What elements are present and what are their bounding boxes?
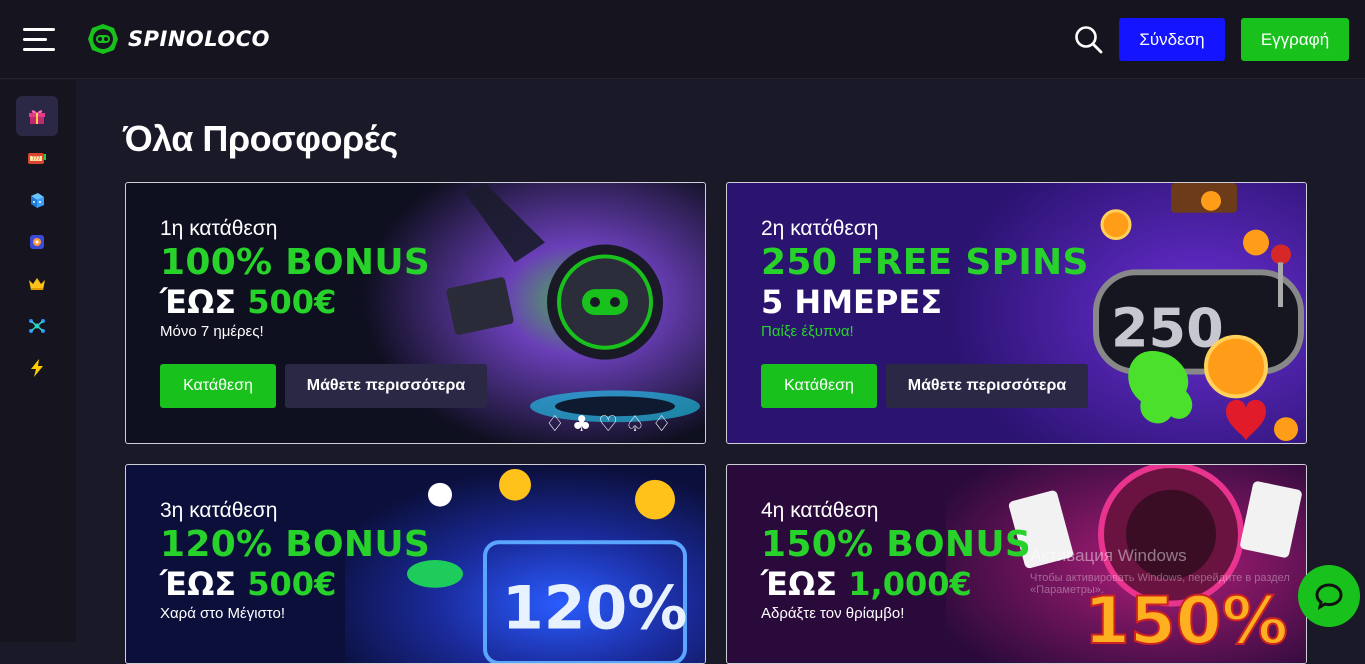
top-bar: SPINOLOCO Σύνδεση Εγγραφή (0, 0, 1365, 79)
promo-headline: 250 FREE SPINS (761, 242, 1089, 283)
logo-icon (88, 24, 118, 54)
promo-headline: 120% BONUS (160, 524, 431, 565)
svg-text:777: 777 (32, 157, 41, 163)
promo-tagline: Χαρά στο Μέγιστο! (160, 605, 286, 622)
slot-art-number: 250 (1111, 297, 1224, 360)
page-title: Όλα Προσφορές (123, 118, 398, 159)
promo-deposit-label: 4η κατάθεση (761, 499, 879, 522)
learn-more-button[interactable]: Μάθετε περισσότερα (285, 364, 487, 408)
sidebar-item-quick-games[interactable] (16, 348, 58, 388)
promo-deposit-label: 3η κατάθεση (160, 499, 278, 522)
sidebar-item-tournaments[interactable] (16, 306, 58, 346)
live-chat-button[interactable] (1298, 565, 1360, 627)
promo-card-text: 1η κατάθεση 100% BONUS ΈΩΣ 500€ Μόνο 7 η… (160, 217, 430, 340)
promo-upto-amount: 1,000€ (848, 565, 972, 603)
hamburger-menu-icon[interactable] (23, 26, 55, 54)
promo-upto: ΈΩΣ 500€ (160, 565, 430, 603)
sidebar-item-vip[interactable] (16, 264, 58, 304)
promo-card-1[interactable]: ♢ ♣ ♡ ♤ ♢ 1η κατάθεση 100% BONUS ΈΩΣ 500… (125, 182, 706, 444)
promo-tagline: Παίξε έξυπνα! (761, 323, 854, 340)
sidebar-item-promotions[interactable] (16, 96, 58, 136)
promo-headline: 150% BONUS (761, 524, 1032, 565)
dice-icon (31, 193, 44, 208)
tournament-icon (29, 319, 45, 333)
promo-buttons: Κατάθεση Μάθετε περισσότερα (160, 364, 487, 408)
promo-card-text: 3η κατάθεση 120% BONUS ΈΩΣ 500€ Χαρά στο… (160, 499, 430, 622)
promo-upto-prefix: ΈΩΣ (160, 283, 237, 321)
chat-bubble-icon (1315, 583, 1343, 611)
promo-upto-amount: 500€ (247, 283, 337, 321)
promo-card-2[interactable]: 250 2η κατάθεση 250 FREE SPINS 5 ΗΜΕΡΕΣ … (726, 182, 1307, 444)
promo-deposit-label: 2η κατάθεση (761, 217, 879, 240)
promo-tagline: Μόνο 7 ημέρες! (160, 323, 264, 340)
learn-more-button[interactable]: Μάθετε περισσότερα (886, 364, 1088, 408)
promo-upto-prefix: 5 ΗΜΕΡΕΣ (761, 283, 943, 321)
svg-text:♢ ♣ ♡ ♤ ♢: ♢ ♣ ♡ ♤ ♢ (545, 412, 672, 437)
live-casino-icon (30, 235, 44, 249)
slot-machine-icon: 777 (28, 153, 46, 164)
sidebar-item-live-casino[interactable] (16, 222, 58, 262)
promo-upto-prefix: ΈΩΣ (761, 565, 838, 603)
windows-watermark-title: Активация Windows (1030, 546, 1187, 565)
gift-icon (29, 110, 45, 124)
promo-upto: ΈΩΣ 1,000€ (761, 565, 1031, 603)
promo-buttons: Κατάθεση Μάθετε περισσότερα (761, 364, 1088, 408)
promo-upto: 5 ΗΜΕΡΕΣ (761, 283, 1089, 321)
sidebar: 777 (0, 80, 76, 642)
sidebar-item-slots[interactable]: 777 (16, 138, 58, 178)
promo-tagline: Αδράξτε τον θρίαμβο! (761, 605, 905, 622)
sidebar-item-games[interactable] (16, 180, 58, 220)
art-120-text: 120% (502, 575, 687, 644)
login-button[interactable]: Σύνδεση (1119, 18, 1225, 61)
register-button[interactable]: Εγγραφή (1241, 18, 1349, 61)
promo-upto-prefix: ΈΩΣ (160, 565, 237, 603)
promo-upto-amount: 500€ (247, 565, 337, 603)
promo-deposit-label: 1η κατάθεση (160, 217, 278, 240)
deposit-button[interactable]: Κατάθεση (160, 364, 276, 408)
promo-card-3[interactable]: 120% 3η κατάθεση 120% BONUS ΈΩΣ 500€ Χαρ… (125, 464, 706, 664)
promo-card-text: 2η κατάθεση 250 FREE SPINS 5 ΗΜΕΡΕΣ Παίξ… (761, 217, 1089, 340)
logo-text: SPINOLOCO (128, 27, 271, 51)
crown-icon (29, 278, 45, 290)
promo-upto: ΈΩΣ 500€ (160, 283, 430, 321)
logo[interactable]: SPINOLOCO (86, 22, 270, 56)
deposit-button[interactable]: Κατάθεση (761, 364, 877, 408)
promo-headline: 100% BONUS (160, 242, 431, 283)
lightning-icon (31, 359, 43, 377)
promo-card-4[interactable]: 150% 4η κατάθεση 150% BONUS ΈΩΣ 1,000€ Α… (726, 464, 1307, 664)
promo-card-text: 4η κατάθεση 150% BONUS ΈΩΣ 1,000€ Αδράξτ… (761, 499, 1031, 622)
search-icon[interactable] (1073, 24, 1105, 56)
windows-watermark-sub: Чтобы активировать Windows, перейдите в … (1030, 572, 1290, 596)
